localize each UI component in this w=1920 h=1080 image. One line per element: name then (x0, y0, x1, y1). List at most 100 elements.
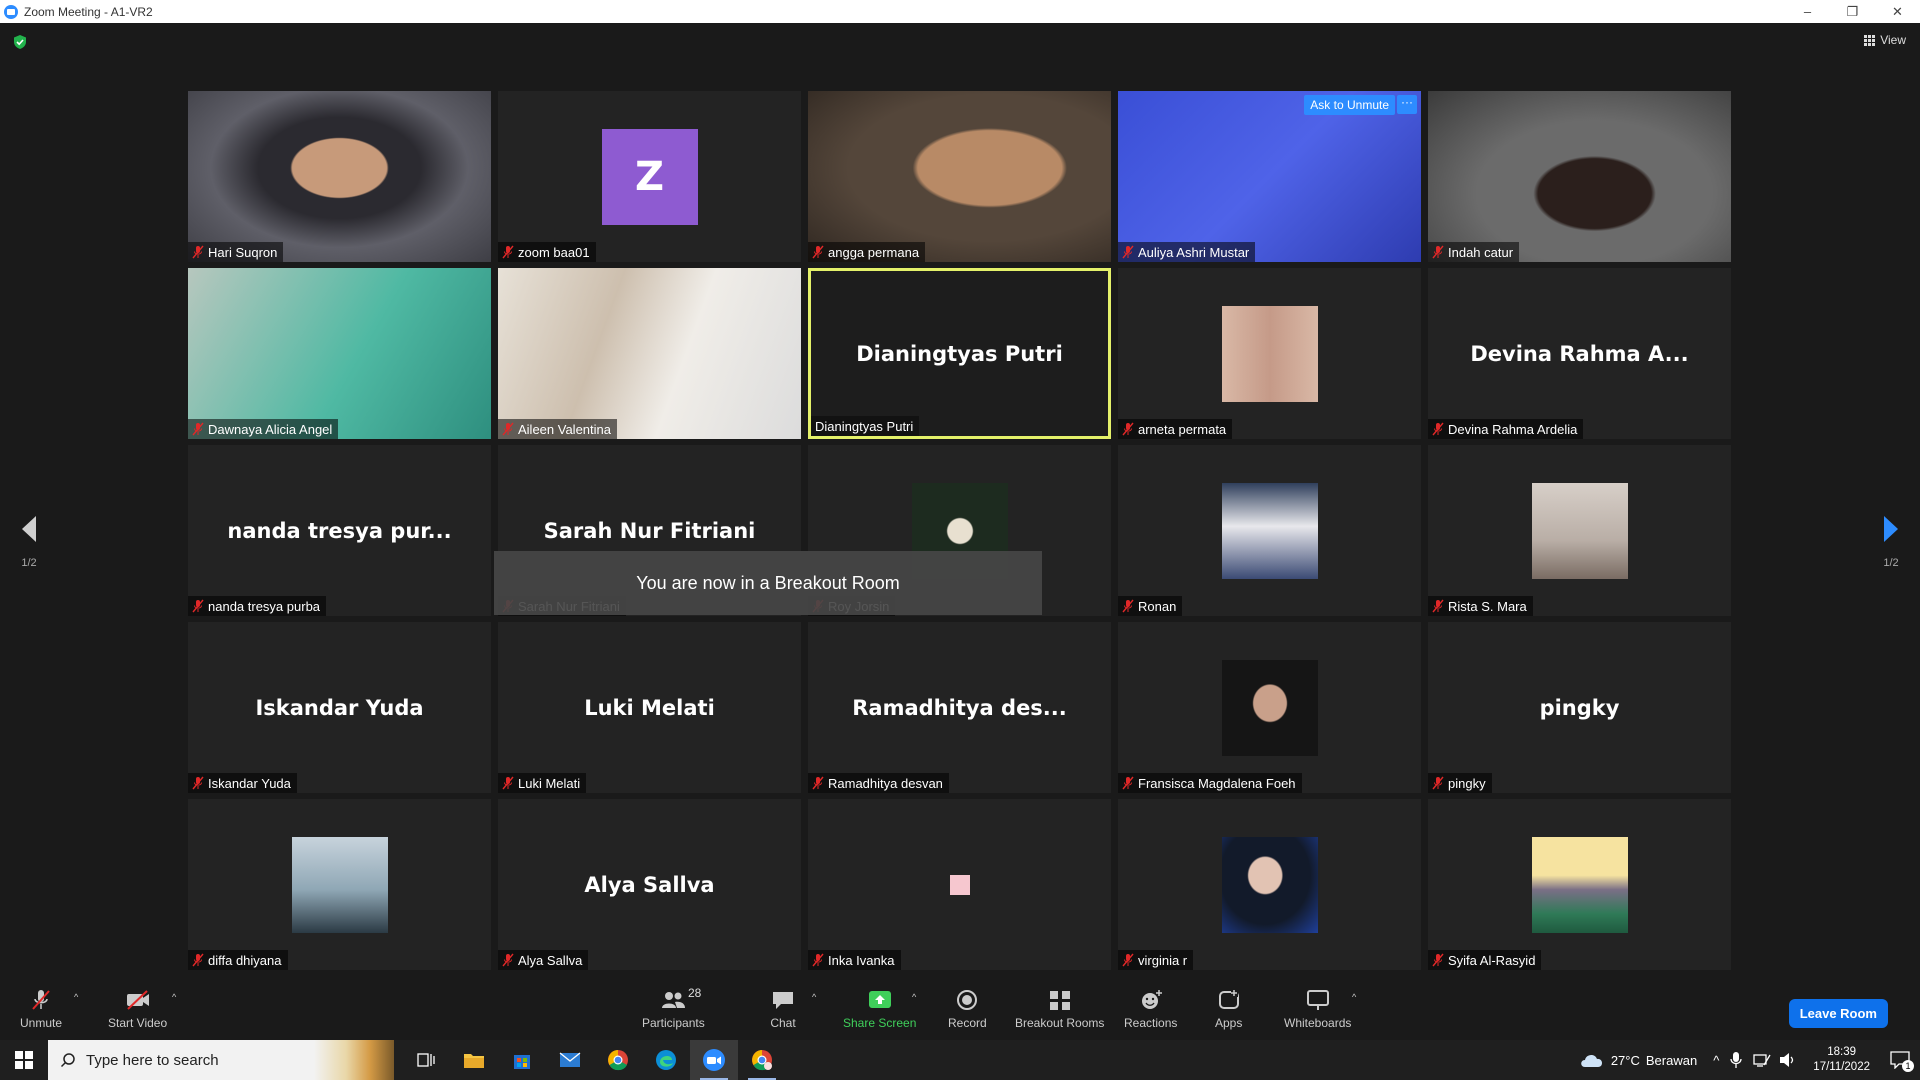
avatar: Z (601, 128, 698, 225)
record-label: Record (948, 1016, 987, 1030)
mic-muted-icon (1122, 245, 1134, 259)
more-options-button[interactable]: ··· (1397, 95, 1417, 114)
participant-tile[interactable]: Alya Sallva Alya Sallva (498, 799, 801, 970)
show-hidden-icons-chevron[interactable]: ^ (1713, 1053, 1719, 1068)
participant-tile[interactable]: angga permana (808, 91, 1111, 262)
participant-tile[interactable]: Luki Melati Luki Melati (498, 622, 801, 793)
search-highlight-art (314, 1040, 394, 1080)
minimize-button[interactable]: – (1785, 0, 1830, 23)
chat-button[interactable]: Chat (770, 988, 796, 1030)
reactions-button[interactable]: Reactions (1124, 988, 1177, 1030)
temperature: 27°C (1610, 1052, 1640, 1068)
unmute-button[interactable]: Unmute (20, 988, 62, 1030)
participant-display-name: Sarah Nur Fitriani (543, 518, 756, 543)
ask-to-unmute-button[interactable]: Ask to Unmute (1304, 95, 1395, 115)
profile-picture (1531, 482, 1628, 579)
participant-tile[interactable]: Hari Suqron (188, 91, 491, 262)
participant-tile[interactable]: Ask to Unmute ··· Auliya Ashri Mustar (1118, 91, 1421, 262)
restore-button[interactable]: ❐ (1830, 0, 1875, 23)
participant-tile[interactable]: Aileen Valentina (498, 268, 801, 439)
mail-app[interactable] (546, 1040, 594, 1080)
participant-name-label: Alya Sallva (498, 950, 589, 970)
mic-muted-icon (1122, 422, 1134, 436)
notification-center-button[interactable]: 1 (1880, 1040, 1920, 1080)
network-icon[interactable] (1753, 1052, 1771, 1068)
participant-name: Fransisca Magdalena Foeh (1138, 775, 1296, 791)
participant-tile[interactable]: nanda tresya pur... nanda tresya purba (188, 445, 491, 616)
view-button[interactable]: View (1864, 33, 1906, 47)
mail-icon (559, 1052, 581, 1067)
participant-tile[interactable]: diffa dhiyana (188, 799, 491, 970)
profile-picture (949, 874, 970, 895)
whiteboards-label: Whiteboards (1284, 1016, 1352, 1030)
chrome-profile-app[interactable] (738, 1040, 786, 1080)
participant-tile[interactable]: virginia r (1118, 799, 1421, 970)
participant-tile[interactable]: pingky pingky (1428, 622, 1731, 793)
zoom-app[interactable] (690, 1040, 738, 1080)
participant-name: Dianingtyas Putri (815, 418, 914, 434)
participant-tile[interactable]: Syifa Al-Rasyid (1428, 799, 1731, 970)
microphone-tray-icon[interactable] (1729, 1051, 1743, 1069)
share-options-caret[interactable]: ^ (912, 992, 916, 1002)
whiteboards-button[interactable]: Whiteboards (1284, 988, 1351, 1030)
arrow-left-icon[interactable] (18, 514, 40, 544)
taskbar-search-box[interactable]: Type here to search (48, 1040, 394, 1080)
chrome-app[interactable] (594, 1040, 642, 1080)
audio-options-caret[interactable]: ^ (74, 992, 78, 1002)
participant-name: Dawnaya Alicia Angel (208, 421, 333, 437)
window-title: Zoom Meeting - A1-VR2 (24, 4, 153, 19)
mic-muted-icon (32, 990, 50, 1010)
windows-taskbar: Type here to search 27°C Berawan ^ 18:39… (0, 1040, 1920, 1080)
participant-tile[interactable]: Rista S. Mara (1428, 445, 1731, 616)
participant-tile[interactable]: Iskandar Yuda Iskandar Yuda (188, 622, 491, 793)
participant-tile[interactable]: Inka Ivanka (808, 799, 1111, 970)
search-icon (60, 1053, 75, 1068)
whiteboards-options-caret[interactable]: ^ (1352, 992, 1356, 1002)
participant-name-label: Ronan (1118, 596, 1183, 616)
whiteboard-icon (1306, 990, 1329, 1010)
participant-tile[interactable]: Indah catur (1428, 91, 1731, 262)
participants-button[interactable]: 28 Participants (642, 986, 705, 1030)
participant-name-label: Inka Ivanka (808, 950, 901, 970)
cloud-icon (1581, 1054, 1602, 1067)
video-options-caret[interactable]: ^ (172, 992, 176, 1002)
participant-video (808, 91, 1111, 262)
participant-name-label: Indah catur (1428, 242, 1520, 262)
participant-tile[interactable]: Devina Rahma A... Devina Rahma Ardelia (1428, 268, 1731, 439)
edge-app[interactable] (642, 1040, 690, 1080)
participant-display-name: Devina Rahma A... (1470, 341, 1689, 366)
start-button[interactable] (0, 1040, 48, 1080)
start-video-button[interactable]: Start Video (108, 988, 167, 1030)
participant-tile[interactable]: arneta permata (1118, 268, 1421, 439)
grid-view-icon (1864, 34, 1876, 46)
record-button[interactable]: Record (948, 988, 987, 1030)
leave-room-button[interactable]: Leave Room (1788, 999, 1888, 1028)
profile-picture (1221, 836, 1318, 933)
share-screen-label: Share Screen (843, 1016, 917, 1030)
participant-tile[interactable]: Dawnaya Alicia Angel (188, 268, 491, 439)
task-view-icon (417, 1053, 435, 1067)
participant-tile[interactable]: Ramadhitya des... Ramadhitya desvan (808, 622, 1111, 793)
previous-page-nav[interactable]: 1/2 (14, 514, 44, 569)
task-view-app[interactable] (402, 1040, 450, 1080)
next-page-nav[interactable]: 1/2 (1876, 514, 1906, 569)
participant-tile[interactable]: Dianingtyas Putri Dianingtyas Putri (808, 268, 1111, 439)
participants-count: 28 (688, 986, 702, 1000)
clock-time: 18:39 (1827, 1046, 1857, 1058)
share-screen-button[interactable]: Share Screen (843, 988, 916, 1030)
weather-widget[interactable]: 27°C Berawan (1579, 1051, 1697, 1069)
security-shield-icon[interactable] (12, 34, 28, 50)
participant-display-name: Alya Sallva (584, 872, 715, 897)
microsoft-store-app[interactable] (498, 1040, 546, 1080)
volume-icon[interactable] (1779, 1052, 1797, 1068)
arrow-right-icon[interactable] (1880, 514, 1902, 544)
file-explorer-app[interactable] (450, 1040, 498, 1080)
participant-tile[interactable]: Fransisca Magdalena Foeh (1118, 622, 1421, 793)
participant-tile[interactable]: Ronan (1118, 445, 1421, 616)
participant-tile[interactable]: Zzoom baa01 (498, 91, 801, 262)
chat-options-caret[interactable]: ^ (812, 992, 816, 1002)
close-window-button[interactable]: ✕ (1875, 0, 1920, 23)
breakout-rooms-button[interactable]: Breakout Rooms (1015, 988, 1104, 1030)
apps-button[interactable]: Apps (1215, 988, 1242, 1030)
taskbar-clock[interactable]: 18:39 17/11/2022 (1813, 1045, 1870, 1075)
